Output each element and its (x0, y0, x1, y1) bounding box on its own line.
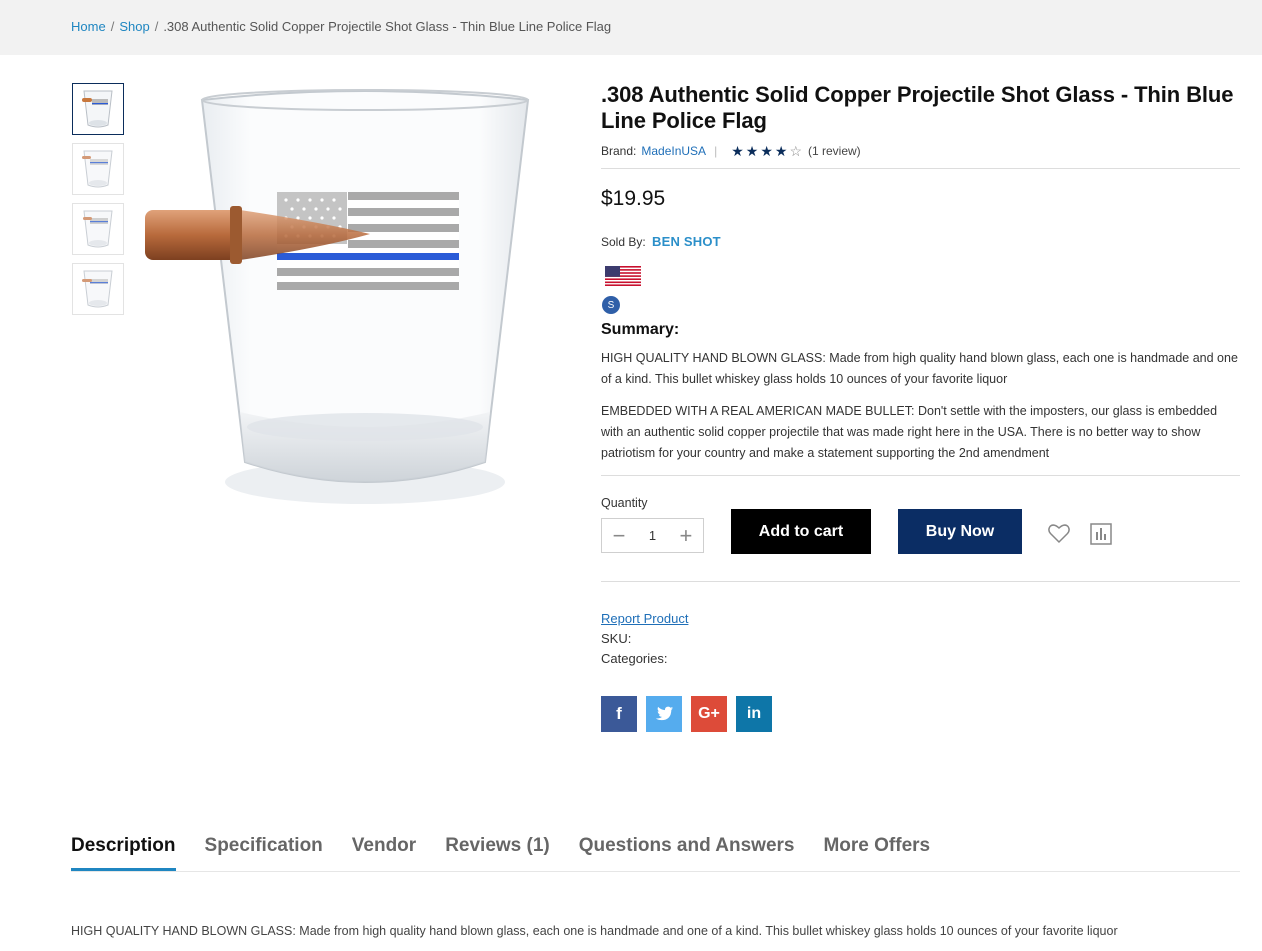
shot-glass-thumb-image (82, 150, 113, 188)
facebook-share-button[interactable]: f (601, 696, 637, 732)
product-tabs: Description Specification Vendor Reviews… (71, 835, 930, 871)
divider (601, 581, 1240, 582)
tab-description[interactable]: Description (71, 835, 176, 871)
buy-now-button[interactable]: Buy Now (898, 509, 1022, 554)
quantity-input[interactable]: 1 (649, 528, 656, 543)
thumbnail-3[interactable] (72, 203, 124, 255)
product-main-image[interactable] (140, 82, 540, 522)
google-plus-icon: G+ (698, 705, 720, 722)
thumbnail-2[interactable] (72, 143, 124, 195)
sold-by: Sold By: BEN SHOT (601, 234, 721, 249)
google-plus-share-button[interactable]: G+ (691, 696, 727, 732)
brand-link[interactable]: MadeInUSA (641, 144, 706, 158)
thumbnail-1[interactable] (72, 83, 124, 135)
summary-paragraph-1: HIGH QUALITY HAND BLOWN GLASS: Made from… (601, 351, 1238, 386)
quantity-decrease-button[interactable]: − (610, 524, 628, 547)
compare-icon[interactable] (1090, 523, 1112, 545)
breadcrumb-home[interactable]: Home (71, 19, 106, 34)
tab-specification[interactable]: Specification (205, 835, 323, 871)
breadcrumb: Home / Shop / .308 Authentic Solid Copper Pr… (71, 19, 611, 34)
divider (601, 475, 1240, 476)
summary-paragraph-2: EMBEDDED WITH A REAL AMERICAN MADE BULLE… (601, 404, 1218, 460)
star-empty-icon: ☆ (789, 142, 802, 159)
seller-badge: S (602, 296, 620, 314)
facebook-icon: f (616, 704, 622, 723)
shot-glass-image (145, 89, 530, 504)
review-count[interactable]: (1 review) (808, 144, 861, 158)
tab-reviews[interactable]: Reviews (1) (445, 835, 550, 871)
twitter-icon (655, 706, 674, 720)
add-to-cart-button[interactable]: Add to cart (731, 509, 871, 554)
linkedin-share-button[interactable]: in (736, 696, 772, 732)
product-title: .308 Authentic Solid Copper Projectile S… (601, 82, 1234, 133)
tabs-divider (71, 871, 1240, 872)
sku-label: SKU: (601, 631, 632, 646)
description-text: HIGH QUALITY HAND BLOWN GLASS: Made from… (71, 924, 1118, 938)
thumbnail-4[interactable] (72, 263, 124, 315)
quantity-stepper: − 1 + (601, 518, 704, 553)
product-price: $19.95 (601, 187, 666, 210)
meta-divider: | (714, 144, 718, 158)
breadcrumb-shop[interactable]: Shop (119, 19, 149, 34)
categories-label: Categories: (601, 651, 668, 666)
rating-stars: ★ ★ ★ ★ ☆ (731, 143, 802, 160)
breadcrumb-separator: / (154, 19, 159, 34)
breadcrumb-current: .308 Authentic Solid Copper Projectile S… (163, 19, 612, 34)
star-icon: ★ (774, 142, 788, 159)
star-icon: ★ (745, 142, 759, 159)
star-icon: ★ (760, 142, 773, 159)
product-info: .308 Authentic Solid Copper Projectile S… (601, 82, 1241, 160)
star-icon: ★ (731, 142, 744, 159)
shot-glass-thumb-image (82, 90, 113, 128)
us-flag-icon (605, 266, 641, 286)
breadcrumb-bar: Home / Shop / .308 Authentic Solid Copper Pr… (0, 0, 1262, 55)
product-meta: Brand: MadeInUSA | ★ ★ ★ ★ ☆ (1 review) (601, 142, 1241, 160)
summary-title: Summary: (601, 321, 680, 338)
linkedin-icon: in (746, 705, 762, 722)
seller-link[interactable]: BEN SHOT (652, 234, 721, 249)
report-product-link[interactable]: Report Product (601, 611, 688, 626)
tab-questions-answers[interactable]: Questions and Answers (579, 835, 795, 871)
thumbnail-list (72, 83, 124, 323)
shot-glass-thumb-image (82, 270, 113, 308)
quantity-increase-button[interactable]: + (677, 524, 695, 547)
tab-vendor[interactable]: Vendor (352, 835, 416, 871)
breadcrumb-separator: / (110, 19, 115, 34)
shot-glass-thumb-image (83, 210, 113, 248)
brand-label: Brand: (601, 144, 637, 158)
twitter-share-button[interactable] (646, 696, 682, 732)
quantity-label: Quantity (601, 496, 648, 510)
tab-more-offers[interactable]: More Offers (823, 835, 930, 871)
sold-by-label: Sold By: (601, 235, 646, 249)
social-share: f G+ in (601, 696, 772, 732)
heart-icon[interactable] (1047, 522, 1071, 544)
divider (601, 168, 1240, 169)
